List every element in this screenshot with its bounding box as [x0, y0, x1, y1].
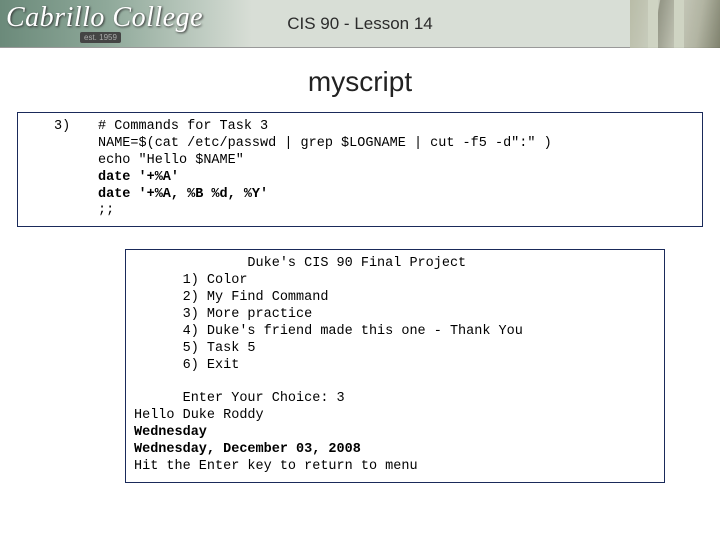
output-line-bold: Wednesday: [134, 425, 207, 440]
code-line-bold: date '+%A': [98, 170, 179, 185]
course-title: CIS 90 - Lesson 14: [0, 14, 720, 34]
code-box-output: Duke's CIS 90 Final Project 1) Color 2) …: [125, 249, 665, 482]
menu-item: 5) Task 5: [134, 341, 256, 356]
menu-title: Duke's CIS 90 Final Project: [134, 256, 466, 271]
code-line-bold: date '+%A, %B %d, %Y': [98, 187, 268, 202]
output-line: Hello Duke Roddy: [134, 408, 264, 423]
code-line: NAME=$(cat /etc/passwd | grep $LOGNAME |…: [98, 136, 552, 151]
code-line: ;;: [98, 203, 114, 218]
menu-item: 2) My Find Command: [134, 290, 328, 305]
menu-item: 3) More practice: [134, 307, 312, 322]
code-line: echo "Hello $NAME": [98, 153, 244, 168]
output-line: Hit the Enter key to return to menu: [134, 459, 418, 474]
menu-item: 1) Color: [134, 273, 247, 288]
code-lines: # Commands for Task 3 NAME=$(cat /etc/pa…: [98, 119, 552, 220]
header-bar: Cabrillo College est. 1959 CIS 90 - Less…: [0, 0, 720, 48]
output-line-bold: Wednesday, December 03, 2008: [134, 442, 361, 457]
menu-item: 4) Duke's friend made this one - Thank Y…: [134, 324, 523, 339]
page-title: myscript: [0, 66, 720, 98]
code-box-script: 3)# Commands for Task 3 NAME=$(cat /etc/…: [17, 112, 703, 227]
code-line: # Commands for Task 3: [98, 119, 268, 134]
menu-item: 6) Exit: [134, 358, 239, 373]
header-photo: [630, 0, 720, 48]
prompt-line: Enter Your Choice: 3: [134, 391, 345, 406]
case-label: 3): [26, 119, 98, 136]
